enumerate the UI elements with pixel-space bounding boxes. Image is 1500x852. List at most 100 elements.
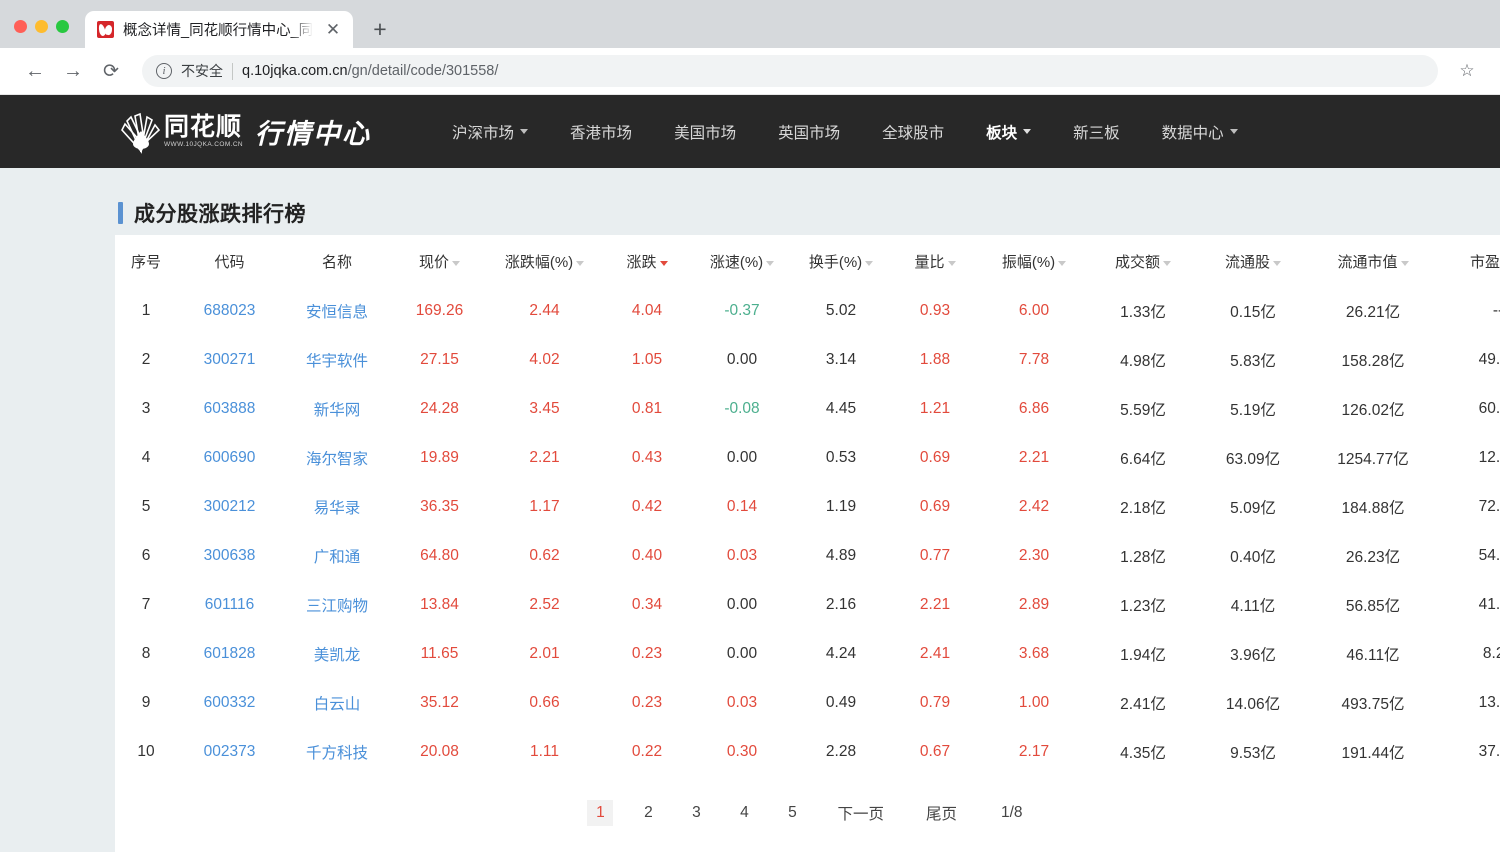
- stock-code-link[interactable]: 300271: [177, 335, 282, 384]
- sort-caret-icon[interactable]: [1163, 261, 1171, 266]
- nav-item-uk[interactable]: 英国市场: [757, 121, 861, 143]
- change-percent-cell: 2.21: [487, 433, 602, 482]
- last-page-button[interactable]: 尾页: [921, 800, 962, 826]
- stock-code-link[interactable]: 300212: [177, 482, 282, 531]
- amplitude-cell: 2.42: [980, 482, 1088, 531]
- address-bar[interactable]: i 不安全 q.10jqka.com.cn/gn/detail/code/301…: [142, 55, 1438, 87]
- stock-name-link[interactable]: 美凯龙: [282, 629, 392, 678]
- column-header-volume-ratio[interactable]: 量比: [890, 235, 980, 286]
- forward-button[interactable]: →: [56, 54, 90, 88]
- column-header-float-shares[interactable]: 流通股: [1198, 235, 1308, 286]
- column-header-speed[interactable]: 涨速(%): [692, 235, 792, 286]
- speed-cell: -0.08: [692, 384, 792, 433]
- bookmark-star-icon[interactable]: ☆: [1452, 56, 1482, 86]
- stock-code-link[interactable]: 600332: [177, 678, 282, 727]
- sort-caret-icon[interactable]: [1401, 261, 1409, 266]
- stock-code-link[interactable]: 600690: [177, 433, 282, 482]
- new-tab-button[interactable]: +: [365, 14, 395, 44]
- column-header-amplitude[interactable]: 振幅(%): [980, 235, 1088, 286]
- stock-name-link[interactable]: 海尔智家: [282, 433, 392, 482]
- stock-name-link[interactable]: 广和通: [282, 531, 392, 580]
- nav-label: 沪深市场: [452, 121, 514, 143]
- nav-item-xinsanban[interactable]: 新三板: [1052, 121, 1141, 143]
- nav-item-hongkong[interactable]: 香港市场: [549, 121, 653, 143]
- close-window-button[interactable]: [14, 20, 27, 33]
- page-button-3[interactable]: 3: [683, 800, 709, 826]
- page-button-5[interactable]: 5: [779, 800, 805, 826]
- sort-caret-icon-active[interactable]: [660, 261, 668, 266]
- maximize-window-button[interactable]: [56, 20, 69, 33]
- site-logo[interactable]: 同花顺 WWW.10JQKA.COM.CN 行情中心: [118, 110, 371, 154]
- page-button-4[interactable]: 4: [731, 800, 757, 826]
- table-row[interactable]: 1688023安恒信息169.262.444.04-0.375.020.936.…: [115, 286, 1500, 335]
- nav-item-global[interactable]: 全球股市: [861, 121, 965, 143]
- stock-code-link[interactable]: 002373: [177, 727, 282, 776]
- table-row[interactable]: 2300271华宇软件27.154.021.050.003.141.887.78…: [115, 335, 1500, 384]
- column-header-turnover[interactable]: 换手(%): [792, 235, 890, 286]
- pe-ratio-cell: 41.61: [1438, 580, 1500, 629]
- site-info-icon[interactable]: i: [156, 63, 172, 79]
- volume-ratio-cell: 0.67: [890, 727, 980, 776]
- column-header-change[interactable]: 涨跌: [602, 235, 692, 286]
- stock-code-link[interactable]: 300638: [177, 531, 282, 580]
- table-body: 1688023安恒信息169.262.444.04-0.375.020.936.…: [115, 286, 1500, 776]
- reload-button[interactable]: ⟳: [94, 54, 128, 88]
- table-row[interactable]: 9600332白云山35.120.660.230.030.490.791.002…: [115, 678, 1500, 727]
- sort-caret-icon[interactable]: [576, 261, 584, 266]
- stock-code-link[interactable]: 601116: [177, 580, 282, 629]
- nav-item-data-center[interactable]: 数据中心: [1141, 121, 1259, 143]
- stock-name-link[interactable]: 千方科技: [282, 727, 392, 776]
- table-row[interactable]: 4600690海尔智家19.892.210.430.000.530.692.21…: [115, 433, 1500, 482]
- browser-tab[interactable]: 概念详情_同花顺行情中心_同花顺 ✕: [85, 11, 353, 48]
- sort-caret-icon[interactable]: [948, 261, 956, 266]
- logo-wordmark: 同花顺 WWW.10JQKA.COM.CN: [164, 114, 243, 149]
- stock-name-link[interactable]: 华宇软件: [282, 335, 392, 384]
- nav-label: 英国市场: [778, 121, 840, 143]
- close-tab-icon[interactable]: ✕: [322, 19, 344, 41]
- stock-price-cell: 64.80: [392, 531, 487, 580]
- stock-name-link[interactable]: 三江购物: [282, 580, 392, 629]
- table-row[interactable]: 6300638广和通64.800.620.400.034.890.772.301…: [115, 531, 1500, 580]
- table-row[interactable]: 8601828美凯龙11.652.010.230.004.242.413.681…: [115, 629, 1500, 678]
- float-shares-cell: 63.09亿: [1198, 433, 1308, 482]
- amplitude-cell: 2.17: [980, 727, 1088, 776]
- column-header-price[interactable]: 现价: [392, 235, 487, 286]
- table-row[interactable]: 7601116三江购物13.842.520.340.002.162.212.89…: [115, 580, 1500, 629]
- stock-price-cell: 36.35: [392, 482, 487, 531]
- sort-caret-icon[interactable]: [865, 261, 873, 266]
- stock-index-cell: 5: [115, 482, 177, 531]
- header-label: 流通市值: [1337, 251, 1397, 272]
- table-row[interactable]: 10002373千方科技20.081.110.220.302.280.672.1…: [115, 727, 1500, 776]
- column-header-float-cap[interactable]: 流通市值: [1308, 235, 1438, 286]
- stock-price-cell: 169.26: [392, 286, 487, 335]
- nav-item-bankuai[interactable]: 板块: [965, 121, 1052, 143]
- sort-caret-icon[interactable]: [1273, 261, 1281, 266]
- stock-name-link[interactable]: 白云山: [282, 678, 392, 727]
- table-row[interactable]: 5300212易华录36.351.170.420.141.190.692.422…: [115, 482, 1500, 531]
- minimize-window-button[interactable]: [35, 20, 48, 33]
- column-header-pe[interactable]: 市盈率: [1438, 235, 1500, 286]
- sort-caret-icon[interactable]: [766, 261, 774, 266]
- nav-item-usa[interactable]: 美国市场: [653, 121, 757, 143]
- back-button[interactable]: ←: [18, 54, 52, 88]
- stock-code-link[interactable]: 688023: [177, 286, 282, 335]
- stock-name-link[interactable]: 安恒信息: [282, 286, 392, 335]
- stock-name-link[interactable]: 易华录: [282, 482, 392, 531]
- stock-code-link[interactable]: 603888: [177, 384, 282, 433]
- page-button-1[interactable]: 1: [587, 800, 613, 826]
- table-row[interactable]: 3603888新华网24.283.450.81-0.084.451.216.86…: [115, 384, 1500, 433]
- nav-label: 美国市场: [674, 121, 736, 143]
- next-page-button[interactable]: 下一页: [832, 800, 889, 826]
- column-header-change-pct[interactable]: 涨跌幅(%): [487, 235, 602, 286]
- change-value-cell: 0.22: [602, 727, 692, 776]
- nav-item-hushen[interactable]: 沪深市场: [431, 121, 549, 143]
- stock-code-link[interactable]: 601828: [177, 629, 282, 678]
- amplitude-cell: 2.30: [980, 531, 1088, 580]
- sort-caret-icon[interactable]: [452, 261, 460, 266]
- pagination: 1 2 3 4 5 下一页 尾页 1/8: [115, 776, 1500, 852]
- column-header-amount[interactable]: 成交额: [1088, 235, 1198, 286]
- page-button-2[interactable]: 2: [635, 800, 661, 826]
- page-title: 成分股涨跌排行榜: [134, 198, 306, 228]
- sort-caret-icon[interactable]: [1058, 261, 1066, 266]
- stock-name-link[interactable]: 新华网: [282, 384, 392, 433]
